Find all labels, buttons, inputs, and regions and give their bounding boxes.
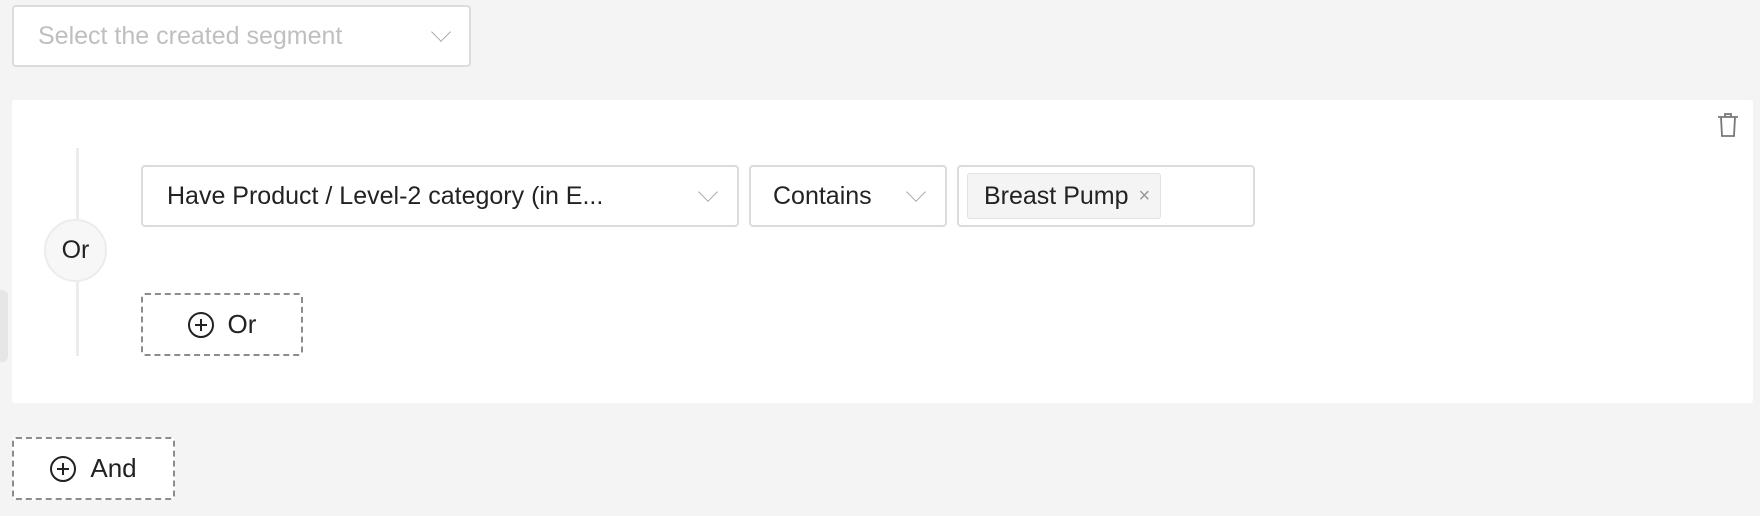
delete-group-button[interactable] bbox=[1716, 112, 1740, 138]
segment-select[interactable]: Select the created segment bbox=[12, 5, 471, 67]
or-connector-badge: Or bbox=[44, 219, 107, 282]
value-tag: Breast Pump × bbox=[967, 173, 1162, 219]
condition-operator-select[interactable]: Contains bbox=[749, 165, 947, 227]
condition-value-input[interactable]: Breast Pump × bbox=[957, 165, 1255, 227]
chevron-down-icon bbox=[698, 182, 718, 202]
segment-select-placeholder: Select the created segment bbox=[38, 21, 343, 50]
or-connector-label: Or bbox=[61, 236, 90, 264]
add-and-group-button[interactable]: And bbox=[12, 437, 175, 500]
add-and-label: And bbox=[90, 453, 137, 483]
add-or-condition-button[interactable]: Or bbox=[141, 293, 303, 356]
left-collapse-tab[interactable] bbox=[0, 290, 8, 362]
chevron-down-icon bbox=[906, 182, 926, 202]
remove-tag-icon[interactable]: × bbox=[1139, 185, 1151, 208]
condition-field-value: Have Product / Level-2 category (in E... bbox=[167, 181, 604, 210]
plus-circle-icon bbox=[50, 455, 77, 482]
condition-operator-value: Contains bbox=[773, 181, 872, 210]
trash-icon bbox=[1718, 113, 1738, 137]
condition-group-card: Or Have Product / Level-2 category (in E… bbox=[12, 100, 1753, 403]
value-tag-label: Breast Pump bbox=[984, 181, 1129, 210]
plus-circle-icon bbox=[187, 311, 214, 338]
chevron-down-icon bbox=[431, 22, 451, 42]
add-or-label: Or bbox=[227, 309, 257, 339]
condition-field-select[interactable]: Have Product / Level-2 category (in E... bbox=[141, 165, 739, 227]
